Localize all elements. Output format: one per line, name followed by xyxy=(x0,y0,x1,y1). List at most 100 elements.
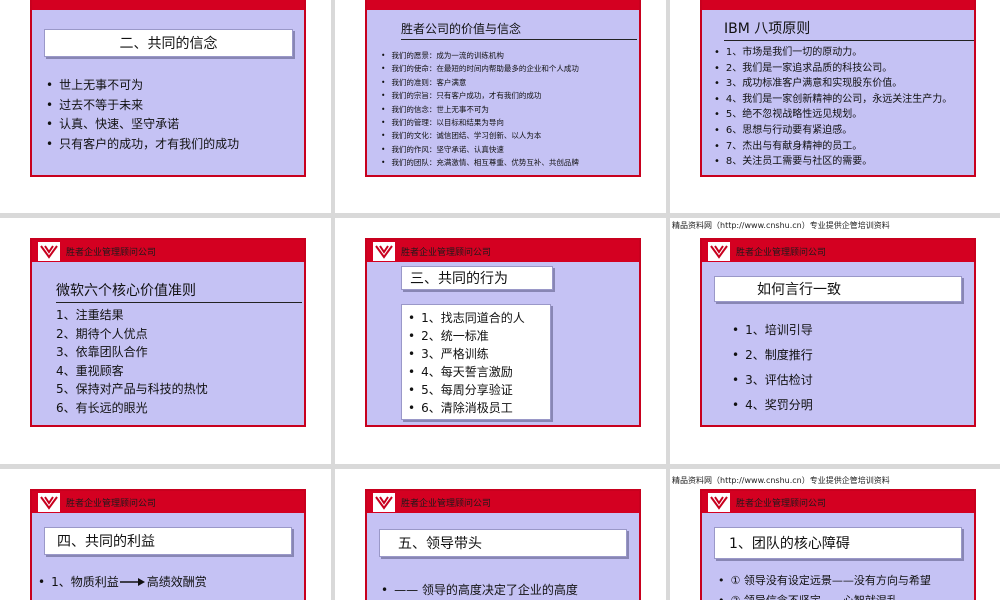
slide-title-box: 四、共同的利益 xyxy=(44,527,292,555)
slide-3: IBM 八项原则 1、市场是我们一切的原动力。 2、我们是一家追求品质的科技公司… xyxy=(700,0,976,177)
list-item: 1、找志同道合的人 xyxy=(408,309,525,327)
bullet-list: 1、培训引导 2、制度推行 3、评估检讨 4、奖罚分明 xyxy=(732,318,813,418)
list-item: 3、成功标准客户满意和实现股东价值。 xyxy=(714,76,952,92)
list-item: 我们的准则：客户满意 xyxy=(381,76,579,89)
list-item: 我们的宗旨：只有客户成功，才有我们的成功 xyxy=(381,89,579,102)
slide-title: 如何言行一致 xyxy=(757,282,841,298)
slide-title-box: 1、团队的核心障碍 xyxy=(714,527,962,559)
list-item: 1、物质利益 高绩效酬赏 xyxy=(38,573,207,590)
list-item-prefix: 1、物质利益 xyxy=(51,575,119,589)
list-item: 3、依靠团队合作 xyxy=(56,345,148,359)
thumbnail-cell-1[interactable]: 二、共同的信念 世上无事不可为 过去不等于未来 认真、快速、坚守承诺 只有客户的… xyxy=(0,0,331,213)
thumbnail-cell-6[interactable]: 精品资料网（http://www.cnshu.cn）专业提供企管培训资料 胜者企… xyxy=(670,218,1000,464)
list-item: 5、每周分享验证 xyxy=(408,381,525,399)
company-name: 胜者企业管理顾问公司 xyxy=(736,499,827,509)
slide-5: 胜者企业管理顾问公司 三、共同的行为 1、找志同道合的人 2、统一标准 3、严格… xyxy=(365,238,641,427)
slide-title-box: 三、共同的行为 xyxy=(401,266,553,290)
slide-title-box: 如何言行一致 xyxy=(714,276,962,302)
slide-title: 微软六个核心价值准则 xyxy=(56,280,302,303)
list-item: 世上无事不可为 xyxy=(46,76,239,96)
list-item: 3、严格训练 xyxy=(408,345,525,363)
list-item: 3、评估检讨 xyxy=(732,368,813,393)
list-item: 6、思想与行动要有紧迫感。 xyxy=(714,123,952,139)
list-item: 我们的作风：坚守承诺、认真快速 xyxy=(381,143,579,156)
source-note: 精品资料网（http://www.cnshu.cn）专业提供企管培训资料 xyxy=(672,476,890,485)
list-item: 我们的文化：诚信团结、学习创新、以人为本 xyxy=(381,129,579,142)
thumbnail-cell-4[interactable]: 胜者企业管理顾问公司 微软六个核心价值准则 1、注重结果 2、期待个人优点 3、… xyxy=(0,218,331,464)
slide-header xyxy=(702,0,974,10)
list-item: 5、绝不忽视战略性远见规划。 xyxy=(714,107,952,123)
slide-header xyxy=(32,0,304,10)
company-logo-icon xyxy=(373,493,395,512)
slide-title: 1、团队的核心障碍 xyxy=(729,536,850,552)
slide-title-box: 五、领导带头 xyxy=(379,529,627,557)
bullet-list: 1、找志同道合的人 2、统一标准 3、严格训练 4、每天誓言激励 5、每周分享验… xyxy=(408,309,525,417)
slide-1: 二、共同的信念 世上无事不可为 过去不等于未来 认真、快速、坚守承诺 只有客户的… xyxy=(30,0,306,177)
source-note: 精品资料网（http://www.cnshu.cn）专业提供企管培训资料 xyxy=(672,221,890,230)
company-logo-icon xyxy=(373,242,395,261)
content-box: 1、找志同道合的人 2、统一标准 3、严格训练 4、每天誓言激励 5、每周分享验… xyxy=(401,304,551,420)
company-logo-icon xyxy=(38,242,60,261)
slide-header: 胜者企业管理顾问公司 xyxy=(32,491,304,513)
slide-7: 胜者企业管理顾问公司 四、共同的利益 1、物质利益 高绩效酬赏 xyxy=(30,489,306,600)
slide-2: 胜者公司的价值与信念 我们的愿景：成为一流的训练机构 我们的使命：在最短的时间内… xyxy=(365,0,641,177)
slide-header: 胜者企业管理顾问公司 xyxy=(367,491,639,513)
slide-4: 胜者企业管理顾问公司 微软六个核心价值准则 1、注重结果 2、期待个人优点 3、… xyxy=(30,238,306,427)
company-logo-icon xyxy=(708,493,730,512)
bullet-list: 世上无事不可为 过去不等于未来 认真、快速、坚守承诺 只有客户的成功，才有我们的… xyxy=(46,76,239,154)
thumbnail-cell-2[interactable]: 胜者公司的价值与信念 我们的愿景：成为一流的训练机构 我们的使命：在最短的时间内… xyxy=(335,0,666,213)
list-item: 6、有长远的眼光 xyxy=(56,400,148,415)
slide-header: 胜者企业管理顾问公司 xyxy=(702,240,974,262)
list-item: 我们的团队：充满激情、相互尊重、优势互补、共创品牌 xyxy=(381,156,579,169)
slide-9: 胜者企业管理顾问公司 1、团队的核心障碍 ① 领导没有设定远景——没有方向与希望… xyxy=(700,489,976,600)
slide-6: 胜者企业管理顾问公司 如何言行一致 1、培训引导 2、制度推行 3、评估检讨 4… xyxy=(700,238,976,427)
company-name: 胜者企业管理顾问公司 xyxy=(736,248,827,258)
thumbnail-cell-8[interactable]: 胜者企业管理顾问公司 五、领导带头 —— 领导的高度决定了企业的高度 xyxy=(335,469,666,600)
list-item: 我们的愿景：成为一流的训练机构 xyxy=(381,49,579,62)
list-item: 2、期待个人优点 xyxy=(56,326,148,341)
list-item: 2、制度推行 xyxy=(732,343,813,368)
list-item: 2、统一标准 xyxy=(408,327,525,345)
list-item: 6、清除消极员工 xyxy=(408,399,525,417)
list-item: 认真、快速、坚守承诺 xyxy=(46,115,239,135)
slide-title: IBM 八项原则 xyxy=(724,18,974,41)
company-name: 胜者企业管理顾问公司 xyxy=(66,499,157,509)
list-item: 4、重视顾客 xyxy=(56,363,124,378)
bullet-list: 1、市场是我们一切的原动力。 2、我们是一家追求品质的科技公司。 3、成功标准客… xyxy=(714,45,952,170)
slide-title: 胜者公司的价值与信念 xyxy=(401,20,637,40)
slide-header xyxy=(367,0,639,10)
list-item: —— 领导的高度决定了企业的高度 xyxy=(381,581,578,598)
thumbnail-cell-5[interactable]: 胜者企业管理顾问公司 三、共同的行为 1、找志同道合的人 2、统一标准 3、严格… xyxy=(335,218,666,464)
list-item: 5、保持对产品与科技的热忱 xyxy=(56,382,208,396)
list-item: 我们的信念：世上无事不可为 xyxy=(381,103,579,116)
company-name: 胜者企业管理顾问公司 xyxy=(401,248,492,258)
list-item: 只有客户的成功，才有我们的成功 xyxy=(46,135,239,155)
numbered-list: 1、注重结果 2、期待个人优点 3、依靠团队合作 4、重视顾客 5、保持对产品与… xyxy=(56,306,208,417)
list-item: 4、我们是一家创新精神的公司，永远关注生产力。 xyxy=(714,92,952,108)
slide-header: 胜者企业管理顾问公司 xyxy=(367,240,639,262)
slide-title: 二、共同的信念 xyxy=(119,36,218,52)
company-name: 胜者企业管理顾问公司 xyxy=(66,248,157,258)
list-item: 8、关注员工需要与社区的需要。 xyxy=(714,154,952,170)
arrow-right-icon xyxy=(119,577,145,586)
thumbnail-cell-7[interactable]: 胜者企业管理顾问公司 四、共同的利益 1、物质利益 高绩效酬赏 xyxy=(0,469,331,600)
slide-8: 胜者企业管理顾问公司 五、领导带头 —— 领导的高度决定了企业的高度 xyxy=(365,489,641,600)
slide-title: 四、共同的利益 xyxy=(57,534,155,550)
thumbnail-cell-9[interactable]: 精品资料网（http://www.cnshu.cn）专业提供企管培训资料 胜者企… xyxy=(670,469,1000,600)
slide-title: 五、领导带头 xyxy=(398,536,482,552)
bullet-list: 我们的愿景：成为一流的训练机构 我们的使命：在最短的时间内帮助最多的企业和个人成… xyxy=(381,49,579,170)
list-item: ① 领导没有设定远景——没有方向与希望 xyxy=(718,571,931,591)
company-logo-icon xyxy=(708,242,730,261)
list-item: 我们的使命：在最短的时间内帮助最多的企业和个人成功 xyxy=(381,62,579,75)
thumbnail-cell-3[interactable]: IBM 八项原则 1、市场是我们一切的原动力。 2、我们是一家追求品质的科技公司… xyxy=(670,0,1000,213)
list-item: 1、注重结果 xyxy=(56,308,124,322)
slide-header: 胜者企业管理顾问公司 xyxy=(32,240,304,262)
company-logo-icon xyxy=(38,493,60,512)
list-item: ② 领导信念不坚定——心智就混乱 xyxy=(718,591,931,600)
list-item: 7、杰出与有献身精神的员工。 xyxy=(714,139,952,155)
list-item: 2、我们是一家追求品质的科技公司。 xyxy=(714,61,952,77)
slide-title: 三、共同的行为 xyxy=(410,271,508,287)
list-item: 我们的管理：以目标和结果为导向 xyxy=(381,116,579,129)
slide-header: 胜者企业管理顾问公司 xyxy=(702,491,974,513)
list-item: 1、市场是我们一切的原动力。 xyxy=(714,45,952,61)
